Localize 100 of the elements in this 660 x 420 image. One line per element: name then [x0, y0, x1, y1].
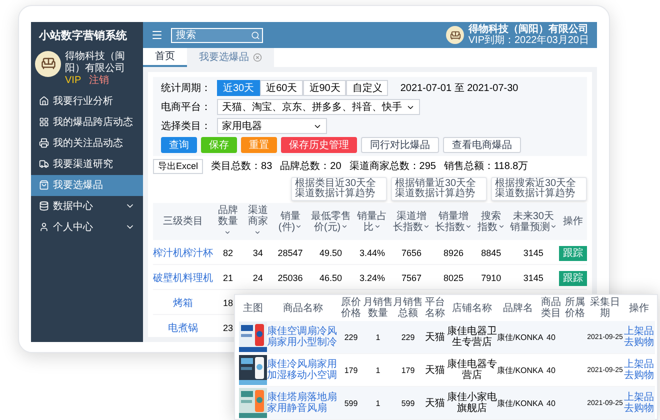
tab[interactable]: 我要选爆品 [187, 48, 274, 67]
sort-icon[interactable] [550, 223, 557, 230]
table-cell: 天猫 [425, 332, 445, 342]
export-button[interactable]: 导出Excel [153, 159, 204, 174]
sort-icon[interactable] [295, 223, 302, 230]
column-header: 品牌数量 [213, 203, 243, 240]
menu-icon[interactable] [151, 29, 163, 41]
vip-expiry: VIP到期：2022年03月20日 [468, 35, 589, 46]
period-option[interactable]: 自定义 [346, 80, 388, 96]
sidebar-item[interactable]: 我的关注品动态 [31, 132, 143, 154]
action-link[interactable]: 上架品 [624, 392, 654, 403]
column-header: 渠道增长指数 [390, 203, 432, 240]
product-link[interactable]: 康佳冷风扇家用加湿移动小空调 [267, 359, 339, 381]
tab[interactable]: 首页 [143, 48, 187, 67]
sidebar-item[interactable]: 我要行业分析 [31, 90, 143, 112]
table-cell: 天猫 [425, 364, 445, 376]
table-cell: 7656 [401, 248, 422, 258]
close-icon[interactable] [253, 53, 262, 62]
column-header: 月销售数量 [363, 295, 393, 321]
sort-icon[interactable] [422, 223, 430, 230]
column-header: 未来30天销量预测 [508, 203, 559, 240]
table-cell: 康佳/KONKA [497, 332, 544, 342]
user-company: 得物科技（闽阳）有限公司 [468, 24, 589, 35]
action-link[interactable]: 去购物 [624, 403, 654, 414]
search-icon[interactable] [251, 30, 260, 40]
action-button[interactable]: 同行对比爆品 [361, 137, 439, 153]
table-cell: 34 [252, 248, 263, 258]
column-header: 商品类目 [539, 295, 563, 321]
column-header: 采集日期 [587, 295, 623, 321]
track-button[interactable]: 跟踪 [558, 246, 587, 261]
sort-icon[interactable] [254, 228, 262, 236]
app-title: 小站数字营销系统 [38, 28, 128, 44]
column-header: 月销售总额 [393, 295, 423, 321]
table-cell: 179 [344, 366, 358, 374]
table-cell: 599 [401, 398, 415, 408]
table-cell: 229 [401, 332, 415, 342]
sidebar-item[interactable]: 个人中心 [31, 216, 143, 238]
table-cell: 天猫 [425, 398, 445, 408]
category-link[interactable]: 破壁机料理机 [153, 273, 213, 284]
sidebar-item[interactable]: 我要渠道研究 [31, 154, 143, 174]
table-cell: 康佳电器卫生专营店 [447, 326, 497, 348]
table-cell: 8845 [481, 248, 502, 258]
category-link[interactable]: 烤箱 [173, 298, 193, 309]
sidebar-item[interactable]: 数据中心 [31, 196, 143, 216]
product-link[interactable]: 康佳空调扇冷风扇家用小型制冷 [267, 326, 339, 348]
platform-select[interactable]: 天猫、淘宝、京东、拼多多、抖音、快手 [217, 99, 420, 115]
period-option[interactable]: 近30天 [217, 80, 260, 96]
summary-stat: 品牌总数：20 [280, 160, 342, 174]
tooltip: 根据类目近30天全渠道数据计算趋势 [291, 177, 387, 201]
category-link[interactable]: 榨汁机榨汁杯 [153, 248, 213, 259]
table-cell: 179 [401, 366, 415, 374]
search-field[interactable]: 搜索 [171, 28, 263, 42]
column-header: 最低零售价(元) [308, 203, 354, 240]
tooltip: 根据搜索近30天全渠道数据计算趋势 [491, 177, 587, 201]
action-link[interactable]: 上架品 [624, 359, 654, 370]
bag-icon [39, 180, 49, 190]
field-label: 统计周期： [161, 82, 212, 96]
period-option[interactable]: 近60天 [260, 80, 304, 96]
table-cell: 21 [222, 273, 233, 283]
table-cell: 599 [344, 398, 358, 408]
category-select[interactable]: 家用电器 [217, 118, 327, 134]
grid-icon [39, 117, 49, 127]
action-button[interactable]: 查看电商爆品 [443, 137, 521, 153]
product-link[interactable]: 康佳塔扇落地扇家用静音风扇 [267, 392, 339, 414]
sidebar-item[interactable]: 我的爆品跨店动态 [31, 112, 143, 132]
table-cell: 3145 [523, 273, 544, 283]
table-cell: 1 [376, 398, 380, 408]
table-cell: 229 [344, 332, 358, 342]
table-cell: 82 [222, 248, 233, 258]
action-link[interactable]: 去购物 [624, 370, 654, 381]
summary-stat: 销售总额：118.8万 [444, 160, 528, 174]
action-button[interactable]: 查询 [161, 137, 197, 153]
database-icon [39, 201, 49, 211]
track-button[interactable]: 跟踪 [558, 271, 587, 286]
action-link[interactable]: 去购物 [624, 337, 654, 348]
printer-icon [39, 138, 49, 148]
action-link[interactable]: 上架品 [624, 326, 654, 337]
sort-icon[interactable] [224, 228, 232, 236]
table-cell: 康佳小家电旗舰店 [447, 392, 497, 414]
sort-icon[interactable] [498, 223, 505, 230]
period-option[interactable]: 近90天 [303, 80, 346, 96]
user-icon [39, 222, 49, 232]
action-button[interactable]: 保存历史管理 [281, 137, 357, 153]
sidebar-item[interactable]: 我要选爆品 [31, 174, 143, 196]
logout-link[interactable]: 注销 [89, 74, 110, 86]
summary-stat: 类目总数：83 [211, 160, 272, 174]
table-cell: 40 [546, 366, 556, 374]
sort-icon[interactable] [374, 223, 381, 230]
column-header: 渠道商家 [242, 203, 273, 240]
sofa-icon [40, 56, 56, 71]
summary-stat: 渠道商家总数：295 [349, 160, 436, 174]
table-cell: 1 [376, 366, 380, 374]
table-cell: 康佳电器专营店 [447, 359, 497, 381]
house-icon [39, 96, 49, 106]
sort-icon[interactable] [464, 223, 472, 230]
category-link[interactable]: 电煮锅 [168, 323, 198, 334]
sort-icon[interactable] [340, 223, 348, 230]
table-cell: 3.44% [359, 248, 385, 258]
table-cell: 康佳/KONKA [497, 366, 544, 374]
table-cell: 8025 [443, 273, 464, 283]
